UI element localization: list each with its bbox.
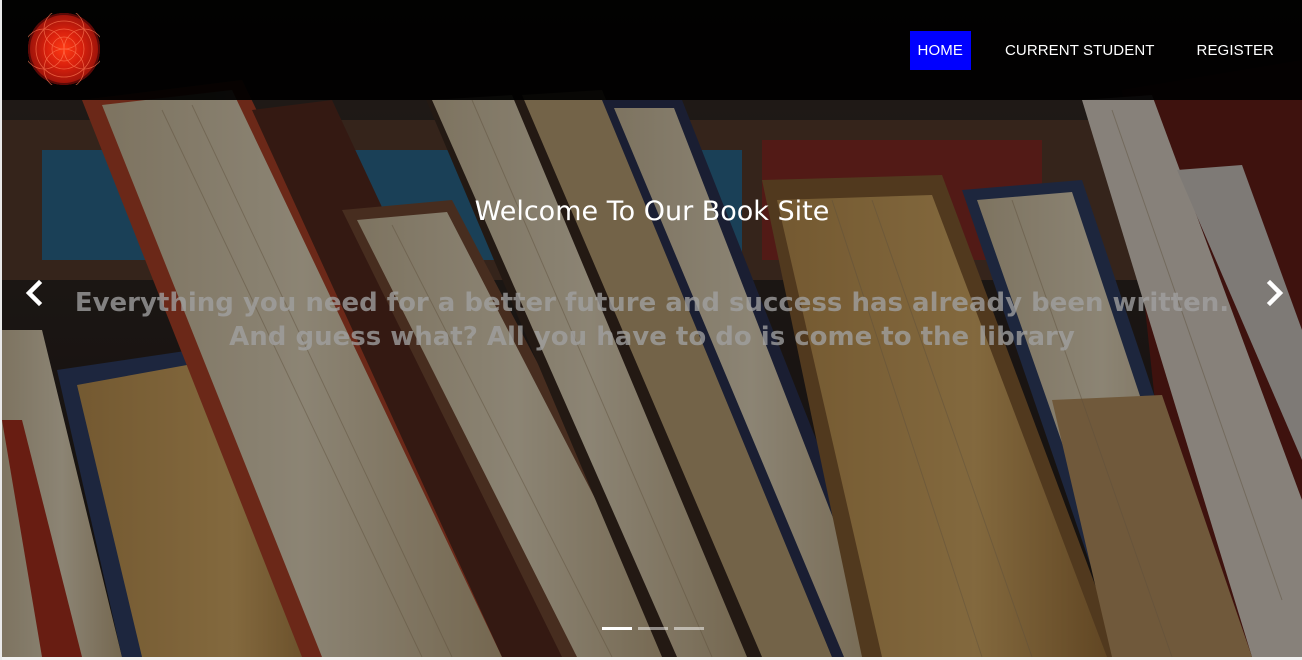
chevron-left-icon bbox=[25, 279, 43, 307]
page: HOME CURRENT STUDENT REGISTER Welcome To… bbox=[0, 0, 1302, 660]
logo-emblem-icon bbox=[28, 13, 100, 85]
carousel-next-button[interactable] bbox=[1259, 278, 1289, 308]
chevron-right-icon bbox=[1266, 279, 1284, 307]
hero-subtitle-line-2: And guess what? All you have to do is co… bbox=[229, 322, 1075, 352]
carousel-indicator-3[interactable] bbox=[674, 627, 704, 630]
nav-register[interactable]: REGISTER bbox=[1189, 31, 1282, 70]
hero-subtitle-line-1: Everything you need for a better future … bbox=[74, 288, 1230, 318]
carousel-indicator-1[interactable] bbox=[602, 627, 632, 630]
main-nav: HOME CURRENT STUDENT REGISTER bbox=[884, 31, 1282, 70]
navbar: HOME CURRENT STUDENT REGISTER bbox=[2, 0, 1302, 100]
logo[interactable] bbox=[28, 13, 100, 85]
carousel-indicators bbox=[602, 627, 710, 630]
nav-current-student[interactable]: CURRENT STUDENT bbox=[997, 31, 1163, 70]
carousel-prev-button[interactable] bbox=[20, 278, 50, 308]
carousel-indicator-2[interactable] bbox=[638, 627, 668, 630]
nav-home[interactable]: HOME bbox=[909, 31, 971, 70]
hero-title: Welcome To Our Book Site bbox=[474, 196, 830, 227]
hero-subtitle: Everything you need for a better future … bbox=[2, 286, 1302, 354]
